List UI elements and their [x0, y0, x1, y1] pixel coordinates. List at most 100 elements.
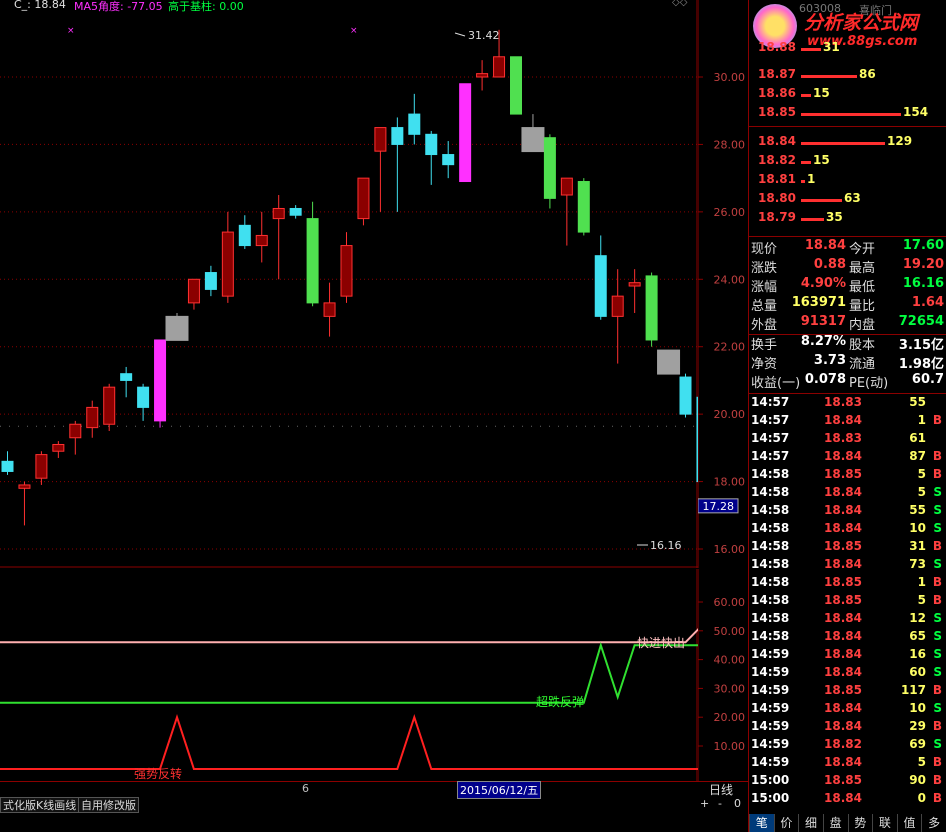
tick-side: S	[933, 557, 942, 571]
tick-row[interactable]: 15:00 18.85 90 B	[749, 773, 946, 791]
tick-row[interactable]: 14:57 18.83 55	[749, 395, 946, 413]
bottom-tab[interactable]: 联	[872, 814, 897, 832]
candle-body[interactable]	[289, 207, 302, 216]
candle-body[interactable]	[137, 386, 150, 408]
order-book-row[interactable]: 18.86 15	[749, 86, 946, 105]
zoom-in-button[interactable]: +	[700, 797, 709, 810]
candle-body[interactable]	[323, 302, 336, 317]
tick-row[interactable]: 14:59 18.84 29 B	[749, 719, 946, 737]
candle-body[interactable]	[238, 224, 251, 247]
tick-row[interactable]: 14:57 18.84 87 B	[749, 449, 946, 467]
candle-body[interactable]	[306, 218, 319, 304]
zoom-out-button[interactable]: -	[718, 797, 722, 810]
candle-body[interactable]	[35, 454, 48, 479]
tick-row[interactable]: 14:59 18.84 16 S	[749, 647, 946, 665]
quote-value: 91317	[800, 314, 846, 329]
tick-time: 14:58	[751, 485, 790, 499]
candle-body[interactable]	[272, 207, 285, 220]
candle-body[interactable]	[86, 406, 99, 429]
candlestick-chart[interactable]: × ×	[0, 0, 698, 568]
tick-row[interactable]: 14:58 18.85 31 B	[749, 539, 946, 557]
period-label[interactable]: 日线	[709, 781, 733, 798]
tick-price: 18.85	[824, 467, 862, 481]
candle-body[interactable]	[594, 255, 607, 317]
candle-body[interactable]	[577, 181, 590, 233]
tick-row[interactable]: 14:59 18.84 60 S	[749, 665, 946, 683]
bottom-tab[interactable]: 盘	[822, 814, 848, 832]
tick-row[interactable]: 14:59 18.84 5 B	[749, 755, 946, 773]
candle-body[interactable]	[476, 73, 489, 78]
candle-body[interactable]	[1, 460, 14, 472]
candle-body[interactable]	[442, 154, 455, 166]
tick-row[interactable]: 14:58 18.84 5 S	[749, 485, 946, 503]
candle-body[interactable]	[103, 386, 116, 425]
candle-body[interactable]	[340, 245, 353, 297]
candle-body[interactable]	[628, 282, 641, 287]
tab-custom-version[interactable]: 自用修改版	[78, 797, 139, 813]
candle-body[interactable]	[645, 275, 658, 341]
tick-row[interactable]: 14:58 18.84 10 S	[749, 521, 946, 539]
tick-row[interactable]: 14:57 18.84 1 B	[749, 413, 946, 431]
candle-body[interactable]	[69, 423, 82, 439]
bottom-tab[interactable]: 细	[798, 814, 823, 832]
candle-body[interactable]	[543, 137, 556, 199]
indicator-tick-label: 40.00	[714, 654, 746, 667]
order-book-row[interactable]: 18.85 154	[749, 105, 946, 124]
candle-body[interactable]	[154, 339, 167, 422]
tick-volume: 61	[909, 431, 926, 445]
candle-body[interactable]	[204, 272, 217, 290]
order-book-row[interactable]: 18.84 129	[749, 134, 946, 153]
candle-body[interactable]	[18, 484, 31, 489]
tick-row[interactable]: 14:59 18.85 117 B	[749, 683, 946, 701]
candle-body[interactable]	[493, 56, 506, 78]
tick-row[interactable]: 14:58 18.84 73 S	[749, 557, 946, 575]
candle-body[interactable]	[521, 127, 545, 153]
tick-row[interactable]: 14:57 18.83 61	[749, 431, 946, 449]
tick-row[interactable]: 14:58 18.84 55 S	[749, 503, 946, 521]
order-book-row[interactable]: 18.79 35	[749, 210, 946, 229]
candle-body[interactable]	[679, 376, 692, 415]
candle-body[interactable]	[408, 113, 421, 135]
tick-row[interactable]: 15:00 18.84 0 B	[749, 791, 946, 809]
order-book-row[interactable]: 18.82 15	[749, 153, 946, 172]
tick-row[interactable]: 14:58 18.84 65 S	[749, 629, 946, 647]
candle-body[interactable]	[657, 349, 681, 375]
bottom-tab[interactable]: 势	[847, 814, 873, 832]
candle-body[interactable]	[459, 83, 472, 183]
bottom-tab[interactable]: 值	[896, 814, 922, 832]
candle-body[interactable]	[120, 373, 133, 381]
candle-body[interactable]	[391, 127, 404, 145]
indicator-chart[interactable]	[0, 569, 698, 781]
candle-body[interactable]	[187, 278, 200, 304]
candle-body[interactable]	[611, 295, 624, 317]
bottom-tab[interactable]: 多	[921, 814, 946, 832]
candle-body[interactable]	[52, 443, 65, 452]
candle-body[interactable]	[510, 56, 522, 115]
bottom-tab[interactable]: 笔	[749, 814, 774, 832]
candle-body[interactable]	[357, 177, 370, 220]
tick-row[interactable]: 14:58 18.85 5 B	[749, 593, 946, 611]
order-book-row[interactable]: 18.87 86	[749, 67, 946, 86]
candle-body[interactable]	[374, 127, 387, 152]
order-book-row[interactable]: 18.88 31	[749, 40, 946, 52]
tick-row[interactable]: 14:59 18.84 10 S	[749, 701, 946, 719]
tick-row[interactable]: 14:58 18.85 1 B	[749, 575, 946, 593]
order-price: 18.88	[758, 40, 796, 52]
window-control-icon[interactable]: ◇◇	[672, 0, 687, 8]
candle-body[interactable]	[560, 177, 573, 196]
zoom-reset-button[interactable]: 0	[734, 797, 741, 810]
candle-body[interactable]	[255, 234, 268, 247]
candle-body[interactable]	[425, 133, 438, 156]
bottom-tab[interactable]: 价	[773, 814, 799, 832]
tick-row[interactable]: 14:58 18.84 12 S	[749, 611, 946, 629]
order-book-row[interactable]: 18.81 1	[749, 172, 946, 191]
quote-label: 外盘	[751, 318, 778, 333]
tab-kline-draw[interactable]: 式化版K线画线	[0, 797, 80, 813]
tick-row[interactable]: 14:59 18.82 69 S	[749, 737, 946, 755]
tick-volume: 16	[909, 647, 926, 661]
tick-row[interactable]: 14:58 18.85 5 B	[749, 467, 946, 485]
order-book-row[interactable]: 18.80 63	[749, 191, 946, 210]
candle-body[interactable]	[221, 231, 234, 297]
strong-reversal-label: 强势反转	[134, 767, 183, 781]
candle-body[interactable]	[165, 315, 189, 341]
